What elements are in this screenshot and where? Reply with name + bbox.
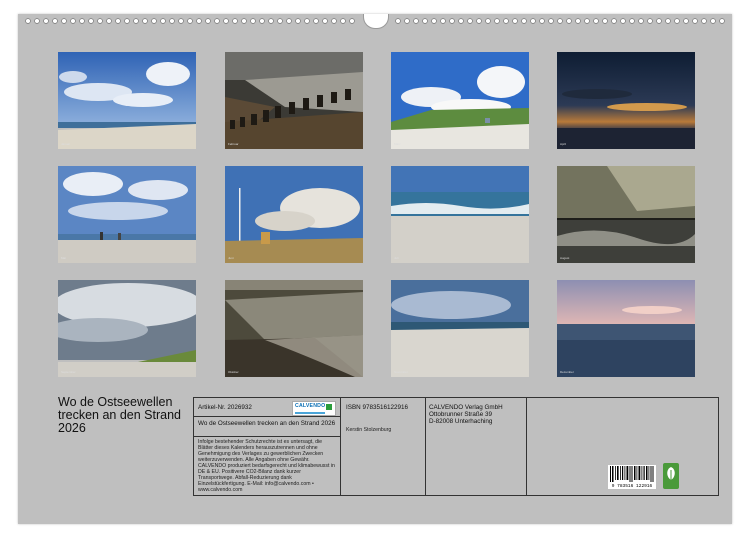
photo-april: April — [557, 52, 695, 149]
photo-february: Februar — [225, 52, 363, 149]
photo-label: Oktober — [228, 370, 239, 374]
photo-label: September — [61, 370, 76, 374]
photo-label: August — [560, 256, 570, 260]
photo-november: November — [391, 280, 529, 377]
photo-label: März — [394, 142, 401, 146]
photo-august: August — [557, 166, 695, 263]
photo-september: September — [58, 280, 196, 377]
legal-text: Infolge bestehender Schutzrechte ist es … — [198, 439, 335, 493]
logo-text: CALVENDO — [295, 403, 326, 409]
info-column-1: Artikel-Nr. 2026932 CALVENDO Wo de Ostse… — [194, 398, 341, 495]
barcode: 9 783516 122916 — [608, 465, 656, 489]
photo-october: Oktober — [225, 280, 363, 377]
photo-label: Juli — [394, 256, 399, 260]
calendar-title: Wo de Ostseewellen trecken an den Strand… — [58, 395, 181, 435]
info-column-2: ISBN 9783516122916 Kerstin Stolzenburg — [341, 398, 426, 495]
title-repeat: Wo de Ostseewellen trecken an den Strand… — [198, 420, 336, 427]
isbn: ISBN 9783516122916 — [346, 404, 408, 411]
photo-july: Juli — [391, 166, 529, 263]
photo-june: Juni — [225, 166, 363, 263]
photo-may: Mai — [58, 166, 196, 263]
eco-leaf-icon — [663, 463, 679, 489]
photo-december: Dezember — [557, 280, 695, 377]
photo-label: Juni — [228, 256, 234, 260]
photo-label: Dezember — [560, 370, 574, 374]
photo-label: Februar — [228, 142, 239, 146]
calvendo-logo: CALVENDO — [292, 401, 336, 416]
barcode-number: 9 783516 122916 — [611, 484, 653, 489]
publisher-street: Ottobrunner Straße 39 — [429, 411, 493, 418]
article-number: Artikel-Nr. 2026932 — [198, 404, 252, 411]
photo-label: November — [394, 370, 408, 374]
photo-label: April — [560, 142, 567, 146]
photo-march: März — [391, 52, 529, 149]
author: Kerstin Stolzenburg — [346, 427, 392, 433]
publisher-city: D-82008 Unterhaching — [429, 418, 493, 425]
photo-label: Januar — [61, 142, 71, 146]
publisher-name: CALVENDO Verlag GmbH — [429, 404, 503, 411]
photo-january: Januar — [58, 52, 196, 149]
photo-label: Mai — [61, 256, 66, 260]
info-column-3: CALVENDO Verlag GmbH Ottobrunner Straße … — [426, 398, 527, 495]
